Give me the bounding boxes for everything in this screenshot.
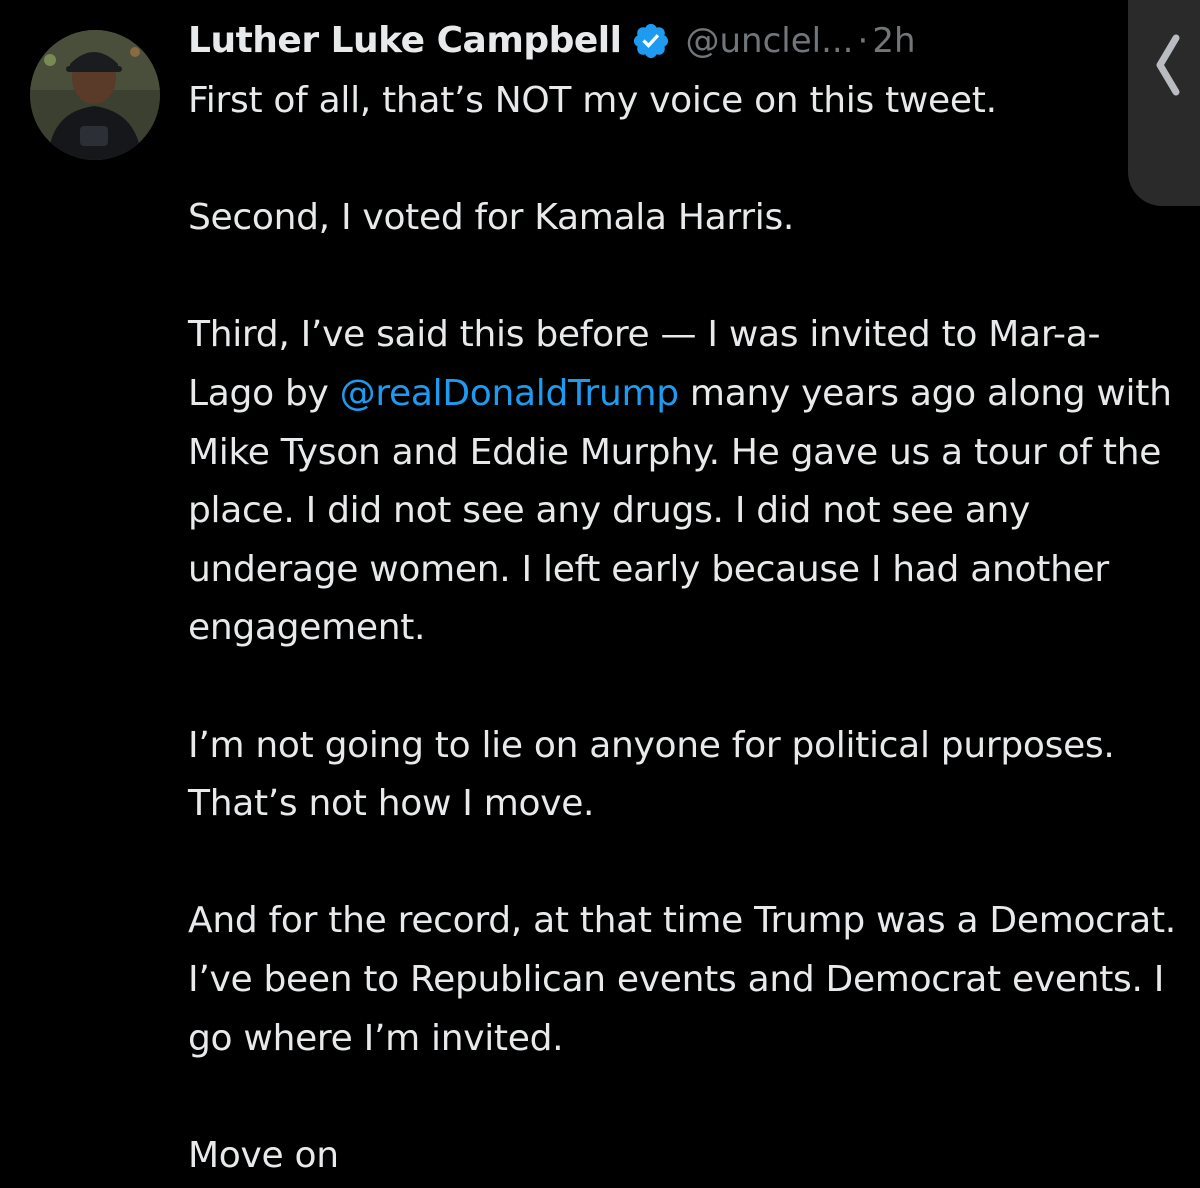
tweet: Luther Luke Campbell @unclel... · 2h Fir… xyxy=(0,0,1200,1188)
tweet-paragraph: I’m not going to lie on anyone for polit… xyxy=(188,724,1115,825)
display-name[interactable]: Luther Luke Campbell xyxy=(188,14,622,68)
user-handle[interactable]: @unclel... xyxy=(685,14,853,68)
avatar-image xyxy=(30,30,160,160)
tweet-paragraph: And for the record, at that time Trump w… xyxy=(188,900,1176,1059)
tweet-paragraph: Move on xyxy=(188,1134,339,1176)
tweet-paragraph: First of all, that’s NOT my voice on thi… xyxy=(188,80,997,121)
tweet-header: Luther Luke Campbell @unclel... · 2h xyxy=(188,14,916,68)
tweet-paragraph: Second, I voted for Kamala Harris. xyxy=(188,197,795,239)
separator-dot: · xyxy=(857,21,869,61)
verified-badge-icon xyxy=(631,21,671,61)
mention-link[interactable]: @realDonaldTrump xyxy=(340,373,679,414)
paragraph-text: many years ago along with Mike Tyson and… xyxy=(188,372,1172,649)
timestamp[interactable]: 2h xyxy=(872,14,915,68)
avatar[interactable] xyxy=(30,30,160,160)
tweet-paragraph: Third, I’ve said this before — I was inv… xyxy=(188,306,1178,658)
tweet-text: First of all, that’s NOT my voice on thi… xyxy=(188,72,1178,1185)
